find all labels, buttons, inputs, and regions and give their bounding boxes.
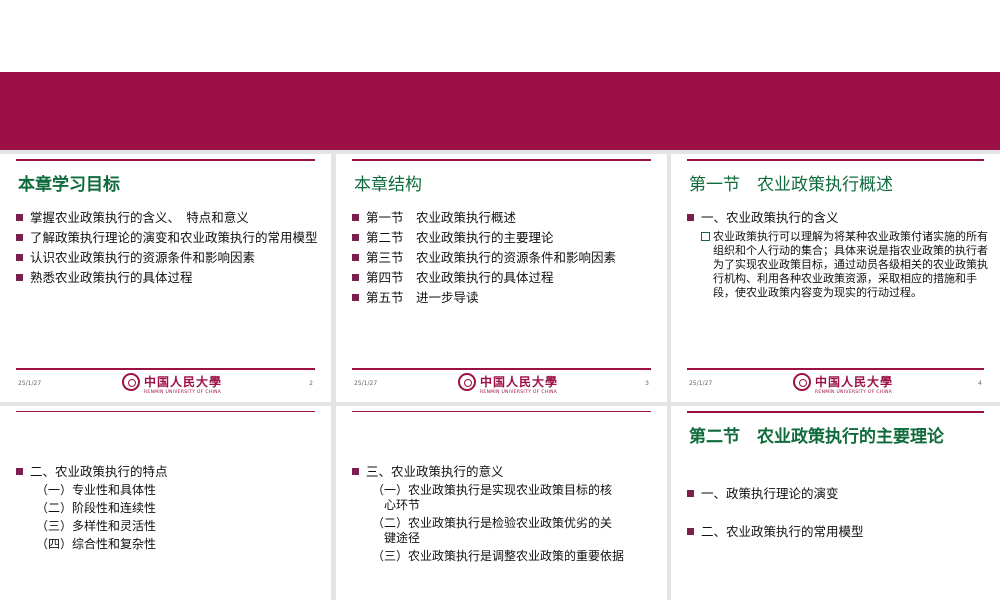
bullet-list: 一、政策执行理论的演变 二、农业政策执行的常用模型 [687,486,988,544]
slide-date: 25/1/27 [18,380,42,387]
slide-date: 25/1/27 [354,380,378,387]
bullet-item: 二、农业政策执行的常用模型 [687,524,988,540]
slide-top-rule [687,411,984,413]
square-bullet-icon [687,214,694,221]
page-number: 2 [309,380,313,387]
slide-date: 25/1/27 [689,380,713,387]
logo-name: 中国人民大學 [815,375,894,389]
sub-bullet-item: 农业政策执行可以理解为将某种农业政策付诸实施的所有组织和个人行动的集合；具体来说… [701,230,988,300]
logo-name: 中国人民大學 [144,375,223,389]
bullet-item: 第四节 农业政策执行的具体过程 [352,270,655,286]
page-number: 3 [645,380,649,387]
university-seal-icon [122,373,140,391]
square-bullet-icon [687,490,694,497]
slide-thumbnail-6[interactable]: 三、农业政策执行的意义 （一）农业政策执行是实现农业政策目标的核心环节 （二）农… [336,406,667,600]
bullet-item: 一、农业政策执行的含义 农业政策执行可以理解为将某种农业政策付诸实施的所有组织和… [687,210,988,300]
list-item: （三）多样性和灵活性 [36,519,157,533]
bullet-item: 第二节 农业政策执行的主要理论 [352,230,655,246]
square-bullet-icon [352,234,359,241]
slide-top-rule [16,159,315,161]
bullet-item: 第五节 进一步导读 [352,290,655,306]
slide-thumbnail-4[interactable]: 第一节 农业政策执行概述 一、农业政策执行的含义 农业政策执行可以理解为将某种农… [671,154,1000,402]
square-bullet-icon [16,254,23,261]
bullet-item: 熟悉农业政策执行的具体过程 [16,270,319,286]
bullet-item: 第一节 农业政策执行概述 [352,210,655,226]
logo-subtitle: RENMIN UNIVERSITY OF CHINA [144,390,222,395]
bullet-list: 第一节 农业政策执行概述 第二节 农业政策执行的主要理论 第三节 农业政策执行的… [352,210,655,310]
list-item: （一）农业政策执行是实现农业政策目标的核心环节 [372,483,613,512]
bullet-list: 三、农业政策执行的意义 （一）农业政策执行是实现农业政策目标的核心环节 （二）农… [352,464,655,568]
bullet-item: 第三节 农业政策执行的资源条件和影响因素 [352,250,655,266]
university-seal-icon [458,373,476,391]
logo-subtitle: RENMIN UNIVERSITY OF CHINA [815,390,893,395]
square-bullet-icon [16,214,23,221]
slide-footer: 25/1/27 中国人民大學 RENMIN UNIVERSITY OF CHIN… [352,368,651,402]
hollow-square-bullet-icon [701,232,710,241]
slide-title: 本章学习目标 [18,175,120,195]
square-bullet-icon [687,528,694,535]
slide-thumbnail-3[interactable]: 本章结构 第一节 农业政策执行概述 第二节 农业政策执行的主要理论 第三节 农业… [336,154,667,402]
page-number: 4 [978,380,982,387]
bullet-item: 三、农业政策执行的意义 （一）农业政策执行是实现农业政策目标的核心环节 （二）农… [352,464,655,564]
slide-footer: 25/1/27 中国人民大學 RENMIN UNIVERSITY OF CHIN… [687,368,984,402]
bullet-item: 了解政策执行理论的演变和农业政策执行的常用模型 [16,230,319,246]
logo-name: 中国人民大學 [480,375,559,389]
slide-thumbnail-7[interactable]: 第二节 农业政策执行的主要理论 一、政策执行理论的演变 二、农业政策执行的常用模… [671,406,1000,600]
bullet-list: 二、农业政策执行的特点 （一）专业性和具体性 （二）阶段性和连续性 （三）多样性… [16,464,319,556]
bullet-item: 二、农业政策执行的特点 （一）专业性和具体性 （二）阶段性和连续性 （三）多样性… [16,464,319,552]
bullet-list: 掌握农业政策执行的含义、 特点和意义 了解政策执行理论的演变和农业政策执行的常用… [16,210,319,290]
list-item: （二）农业政策执行是检验农业政策优劣的关键途径 [372,516,613,545]
slide-top-rule [352,411,651,412]
square-bullet-icon [352,274,359,281]
top-banner [0,72,1000,150]
bullet-item: 认识农业政策执行的资源条件和影响因素 [16,250,319,266]
square-bullet-icon [352,294,359,301]
list-item: （三）农业政策执行是调整农业政策的重要依据 [372,549,625,563]
square-bullet-icon [352,254,359,261]
university-logo: 中国人民大學 RENMIN UNIVERSITY OF CHINA [458,373,558,399]
university-logo: 中国人民大學 RENMIN UNIVERSITY OF CHINA [793,373,893,399]
bullet-list: 一、农业政策执行的含义 农业政策执行可以理解为将某种农业政策付诸实施的所有组织和… [687,210,988,304]
slide-thumbnail-2[interactable]: 本章学习目标 掌握农业政策执行的含义、 特点和意义 了解政策执行理论的演变和农业… [0,154,331,402]
list-item: （一）专业性和具体性 [36,483,157,497]
slide-footer: 25/1/27 中国人民大學 RENMIN UNIVERSITY OF CHIN… [16,368,315,402]
square-bullet-icon [16,234,23,241]
logo-subtitle: RENMIN UNIVERSITY OF CHINA [480,390,558,395]
slide-title: 第一节 农业政策执行概述 [689,175,893,195]
slide-title: 第二节 农业政策执行的主要理论 [689,427,944,447]
slide-top-rule [16,411,315,412]
slide-top-rule [352,159,651,161]
list-item: （二）阶段性和连续性 [36,501,157,515]
slide-title: 本章结构 [354,175,422,195]
slide-thumbnail-5[interactable]: 二、农业政策执行的特点 （一）专业性和具体性 （二）阶段性和连续性 （三）多样性… [0,406,331,600]
square-bullet-icon [352,214,359,221]
university-seal-icon [793,373,811,391]
university-logo: 中国人民大學 RENMIN UNIVERSITY OF CHINA [122,373,222,399]
bullet-item: 掌握农业政策执行的含义、 特点和意义 [16,210,319,226]
square-bullet-icon [16,274,23,281]
slide-top-rule [687,159,984,161]
bullet-item: 一、政策执行理论的演变 [687,486,988,502]
square-bullet-icon [16,468,23,475]
sub-bullet-list: 农业政策执行可以理解为将某种农业政策付诸实施的所有组织和个人行动的集合；具体来说… [701,230,988,300]
square-bullet-icon [352,468,359,475]
list-item: （四）综合性和复杂性 [36,537,157,551]
